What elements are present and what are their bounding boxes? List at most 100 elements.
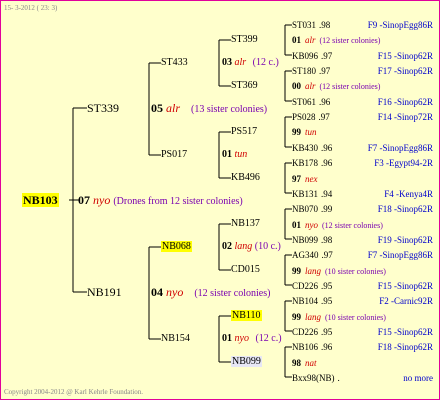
ancestor-reference[interactable]: F17 -Sinop62R bbox=[378, 64, 433, 78]
ancestor-year: .97 bbox=[321, 51, 333, 61]
gen4-ancestor-row[interactable]: Bxx98(NB). bbox=[292, 371, 340, 385]
ancestor-name: KB096 bbox=[292, 51, 319, 61]
ancestor-year: .96 bbox=[319, 97, 331, 107]
gen4-ancestor-row[interactable]: NB099.98 bbox=[292, 233, 332, 247]
node-ps017[interactable]: PS017 bbox=[161, 148, 187, 162]
queen-drone-note: (Drones from 12 sister colonies) bbox=[113, 196, 243, 207]
nb068-info: 02 lang (10 c.) bbox=[222, 241, 281, 252]
gen4-ancestor-row[interactable]: NB104.95 bbox=[292, 294, 332, 308]
mating-race: nex bbox=[305, 174, 318, 184]
ancestor-year: .95 bbox=[321, 296, 333, 306]
node-st369[interactable]: ST369 bbox=[231, 79, 258, 93]
ancestor-name: NB070 bbox=[292, 204, 319, 214]
node-nb099[interactable]: NB099 bbox=[231, 355, 262, 369]
mating-year: 98 bbox=[292, 358, 301, 368]
queen-node[interactable]: NB103 bbox=[22, 193, 59, 207]
gen4-mating-row: 97 nex bbox=[292, 172, 318, 186]
st339-info: 05 alr (13 sister colonies) bbox=[151, 101, 268, 115]
node-st339[interactable]: ST339 bbox=[87, 101, 119, 115]
ps017-info: 01 tun bbox=[222, 149, 248, 160]
gen4-ancestor-row[interactable]: ST180.97 bbox=[292, 64, 330, 78]
node-nb154[interactable]: NB154 bbox=[161, 332, 190, 346]
gen4-mating-row: 99 lang (10 sister colonies) bbox=[292, 264, 386, 279]
pedigree-canvas: 15- 3-2012 ( 23: 3) Copyright 2004-2012 … bbox=[0, 0, 440, 400]
ancestor-reference[interactable]: F18 -Sinop62R bbox=[378, 340, 433, 354]
ancestor-name: NB106 bbox=[292, 342, 319, 352]
ancestor-year: .97 bbox=[319, 66, 331, 76]
ancestor-name: KB430 bbox=[292, 143, 319, 153]
ancestor-reference[interactable]: F7 -SinopEgg86R bbox=[368, 248, 433, 262]
ancestor-reference[interactable]: F19 -Sinop62R bbox=[378, 233, 433, 247]
ancestor-name: KB131 bbox=[292, 189, 319, 199]
ancestor-name: Bxx98(NB) bbox=[292, 373, 335, 383]
ancestor-year: .97 bbox=[318, 112, 330, 122]
ancestor-year: .98 bbox=[321, 235, 333, 245]
ancestor-name: PS028 bbox=[292, 112, 316, 122]
node-st399[interactable]: ST399 bbox=[231, 33, 258, 47]
gen4-ancestor-row[interactable]: AG340.97 bbox=[292, 248, 333, 262]
gen4-ancestor-row[interactable]: KB178.96 bbox=[292, 156, 332, 170]
ancestor-year: .95 bbox=[321, 281, 333, 291]
ancestor-reference[interactable]: F4 -Kenya4R bbox=[384, 187, 433, 201]
mating-note: (10 sister colonies) bbox=[325, 267, 386, 276]
gen4-mating-row: 00 alr (12 sister colonies) bbox=[292, 79, 380, 94]
ancestor-year: .95 bbox=[321, 327, 333, 337]
mating-year: 01 bbox=[292, 220, 301, 230]
gen4-mating-row: 01 nyo (12 sister colonies) bbox=[292, 218, 383, 233]
ancestor-reference[interactable]: F18 -Sinop62R bbox=[378, 202, 433, 216]
ancestor-year: .94 bbox=[321, 189, 333, 199]
ancestor-reference[interactable]: F16 -Sinop62R bbox=[378, 95, 433, 109]
mating-note: (12 sister colonies) bbox=[319, 82, 381, 91]
mating-note: (12 sister colonies) bbox=[319, 36, 381, 45]
ancestor-reference[interactable]: F15 -Sinop62R bbox=[378, 49, 433, 63]
gen4-ancestor-row[interactable]: KB131.94 bbox=[292, 187, 332, 201]
ancestor-name: KB178 bbox=[292, 158, 319, 168]
node-nb137[interactable]: NB137 bbox=[231, 217, 260, 231]
gen4-ancestor-row[interactable]: ST061.96 bbox=[292, 95, 330, 109]
ancestor-reference[interactable]: no more bbox=[403, 371, 433, 385]
mating-year: 00 bbox=[292, 81, 301, 91]
ancestor-reference[interactable]: F7 -SinopEgg86R bbox=[368, 141, 433, 155]
mating-year: 97 bbox=[292, 174, 301, 184]
ancestor-reference[interactable]: F9 -SinopEgg86R bbox=[368, 18, 433, 32]
queen-year: 07 bbox=[78, 193, 90, 207]
gen4-ancestor-row[interactable]: KB096.97 bbox=[292, 49, 332, 63]
node-nb068[interactable]: NB068 bbox=[161, 240, 192, 254]
gen4-ancestor-row[interactable]: CD226.95 bbox=[292, 279, 332, 293]
ancestor-name: ST180 bbox=[292, 66, 317, 76]
gen4-ancestor-row[interactable]: CD226.95 bbox=[292, 325, 332, 339]
gen4-ancestor-row[interactable]: KB430.96 bbox=[292, 141, 332, 155]
st433-info: 03 alr (12 c.) bbox=[222, 57, 279, 68]
gen4-ancestor-row[interactable]: ST031.98 bbox=[292, 18, 330, 32]
node-kb496[interactable]: KB496 bbox=[231, 171, 260, 185]
mating-race: alr bbox=[305, 35, 316, 45]
ancestor-reference[interactable]: F2 -Carnic92R bbox=[379, 294, 433, 308]
mating-year: 01 bbox=[292, 35, 301, 45]
ancestor-year: .96 bbox=[321, 158, 333, 168]
node-nb110[interactable]: NB110 bbox=[231, 309, 262, 323]
mating-race: lang bbox=[305, 312, 322, 322]
ancestor-reference[interactable]: F15 -Sinop62R bbox=[378, 279, 433, 293]
ancestor-reference[interactable]: F14 -Sinop72R bbox=[378, 110, 433, 124]
ancestor-name: NB104 bbox=[292, 296, 319, 306]
ancestor-name: ST061 bbox=[292, 97, 317, 107]
gen4-ancestor-row[interactable]: NB070.99 bbox=[292, 202, 332, 216]
gen4-ancestor-row[interactable]: PS028.97 bbox=[292, 110, 330, 124]
node-nb191[interactable]: NB191 bbox=[87, 285, 122, 299]
ancestor-reference[interactable]: F3 -Egypt94-2R bbox=[374, 156, 433, 170]
ancestor-reference[interactable]: F15 -Sinop62R bbox=[378, 325, 433, 339]
mating-year: 99 bbox=[292, 127, 301, 137]
mating-note: (12 sister colonies) bbox=[322, 221, 383, 230]
ancestor-name: ST031 bbox=[292, 20, 317, 30]
gen4-mating-row: 01 alr (12 sister colonies) bbox=[292, 33, 380, 48]
node-ps517[interactable]: PS517 bbox=[231, 125, 257, 139]
node-st433[interactable]: ST433 bbox=[161, 56, 188, 70]
mating-year: 99 bbox=[292, 312, 301, 322]
queen-race: nyo bbox=[93, 193, 111, 207]
gen4-ancestor-row[interactable]: NB106.96 bbox=[292, 340, 332, 354]
node-cd015[interactable]: CD015 bbox=[231, 263, 260, 277]
ancestor-name: CD226 bbox=[292, 281, 319, 291]
ancestor-name: NB099 bbox=[292, 235, 319, 245]
mating-race: lang bbox=[305, 266, 322, 276]
gen4-mating-row: 99 tun bbox=[292, 125, 317, 139]
